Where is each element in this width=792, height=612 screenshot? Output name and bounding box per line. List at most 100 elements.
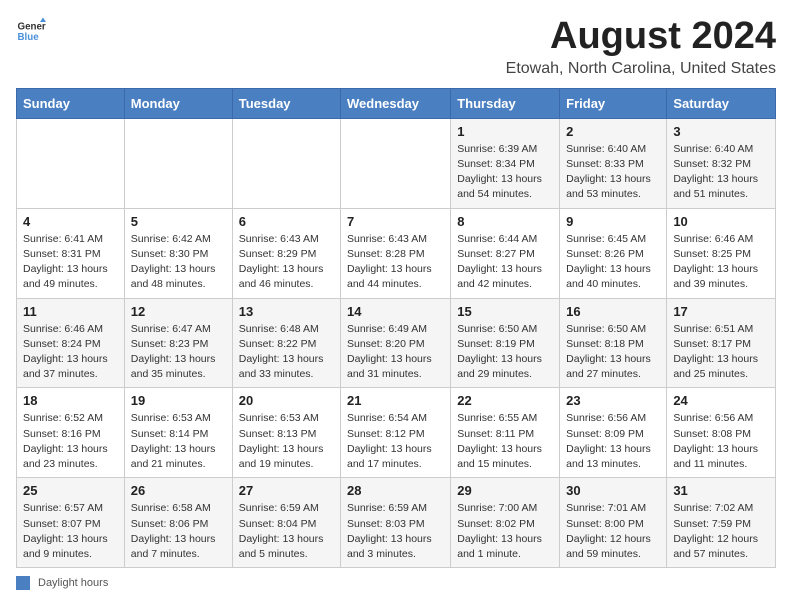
- day-number: 21: [347, 393, 444, 408]
- day-number: 14: [347, 304, 444, 319]
- calendar-cell: 1 Sunrise: 6:39 AM Sunset: 8:34 PM Daylig…: [451, 118, 560, 208]
- day-info: Sunrise: 6:50 AM Sunset: 8:18 PM Dayligh…: [566, 322, 660, 383]
- calendar-cell: 14 Sunrise: 6:49 AM Sunset: 8:20 PM Dayli…: [341, 298, 451, 388]
- day-number: 3: [673, 124, 769, 139]
- day-number: 20: [239, 393, 334, 408]
- day-number: 27: [239, 483, 334, 498]
- weekday-header-cell: Wednesday: [341, 88, 451, 118]
- day-number: 24: [673, 393, 769, 408]
- day-number: 4: [23, 214, 118, 229]
- weekday-header-cell: Tuesday: [232, 88, 340, 118]
- day-number: 11: [23, 304, 118, 319]
- logo-icon: General Blue: [16, 16, 46, 46]
- calendar-table: SundayMondayTuesdayWednesdayThursdayFrid…: [16, 88, 776, 568]
- day-info: Sunrise: 7:02 AM Sunset: 7:59 PM Dayligh…: [673, 501, 769, 562]
- day-number: 8: [457, 214, 553, 229]
- day-info: Sunrise: 6:54 AM Sunset: 8:12 PM Dayligh…: [347, 411, 444, 472]
- day-info: Sunrise: 6:42 AM Sunset: 8:30 PM Dayligh…: [131, 232, 226, 293]
- calendar-cell: 15 Sunrise: 6:50 AM Sunset: 8:19 PM Dayli…: [451, 298, 560, 388]
- month-title: August 2024: [506, 16, 776, 58]
- day-number: 12: [131, 304, 226, 319]
- day-number: 7: [347, 214, 444, 229]
- day-number: 15: [457, 304, 553, 319]
- day-info: Sunrise: 6:43 AM Sunset: 8:28 PM Dayligh…: [347, 232, 444, 293]
- calendar-cell: 18Sunrise: 6:52 AM Sunset: 8:16 PM Dayli…: [17, 388, 125, 478]
- day-number: 26: [131, 483, 226, 498]
- calendar-cell: 24 Sunrise: 6:56 AM Sunset: 8:08 PM Dayli…: [667, 388, 776, 478]
- calendar-cell: 28Sunrise: 6:59 AM Sunset: 8:03 PM Dayli…: [341, 478, 451, 568]
- day-number: 10: [673, 214, 769, 229]
- day-number: 1: [457, 124, 553, 139]
- day-info: Sunrise: 6:56 AM Sunset: 8:08 PM Dayligh…: [673, 411, 769, 472]
- day-info: Sunrise: 6:58 AM Sunset: 8:06 PM Dayligh…: [131, 501, 226, 562]
- svg-text:Blue: Blue: [18, 32, 40, 43]
- calendar-cell: 10 Sunrise: 6:46 AM Sunset: 8:25 PM Dayli…: [667, 208, 776, 298]
- calendar-cell: 3Sunrise: 6:40 AM Sunset: 8:32 PM Daylig…: [667, 118, 776, 208]
- legend-label: Daylight hours: [38, 577, 108, 589]
- day-info: Sunrise: 6:40 AM Sunset: 8:33 PM Dayligh…: [566, 142, 660, 203]
- day-number: 25: [23, 483, 118, 498]
- day-number: 5: [131, 214, 226, 229]
- legend-box: [16, 576, 30, 590]
- day-number: 9: [566, 214, 660, 229]
- calendar-cell: 5 Sunrise: 6:42 AM Sunset: 8:30 PM Daylig…: [124, 208, 232, 298]
- day-info: Sunrise: 6:53 AM Sunset: 8:13 PM Dayligh…: [239, 411, 334, 472]
- weekday-header-cell: Sunday: [17, 88, 125, 118]
- title-area: August 2024 Etowah, North Carolina, Unit…: [506, 16, 776, 78]
- calendar-cell: 30 Sunrise: 7:01 AM Sunset: 8:00 PM Dayli…: [560, 478, 667, 568]
- calendar-cell: 26 Sunrise: 6:58 AM Sunset: 8:06 PM Dayli…: [124, 478, 232, 568]
- calendar-cell: [17, 118, 125, 208]
- header: General Blue August 2024 Etowah, North C…: [16, 16, 776, 78]
- calendar-cell: 29 Sunrise: 7:00 AM Sunset: 8:02 PM Dayli…: [451, 478, 560, 568]
- calendar-cell: [124, 118, 232, 208]
- calendar-cell: 8Sunrise: 6:44 AM Sunset: 8:27 PM Daylig…: [451, 208, 560, 298]
- day-info: Sunrise: 6:43 AM Sunset: 8:29 PM Dayligh…: [239, 232, 334, 293]
- weekday-header-cell: Monday: [124, 88, 232, 118]
- calendar-week-row: 25 Sunrise: 6:57 AM Sunset: 8:07 PM Dayli…: [17, 478, 776, 568]
- day-info: Sunrise: 6:51 AM Sunset: 8:17 PM Dayligh…: [673, 322, 769, 383]
- weekday-header-cell: Friday: [560, 88, 667, 118]
- day-info: Sunrise: 7:01 AM Sunset: 8:00 PM Dayligh…: [566, 501, 660, 562]
- day-number: 6: [239, 214, 334, 229]
- calendar-week-row: 18Sunrise: 6:52 AM Sunset: 8:16 PM Dayli…: [17, 388, 776, 478]
- calendar-cell: 13 Sunrise: 6:48 AM Sunset: 8:22 PM Dayli…: [232, 298, 340, 388]
- calendar-cell: 11 Sunrise: 6:46 AM Sunset: 8:24 PM Dayli…: [17, 298, 125, 388]
- day-info: Sunrise: 6:46 AM Sunset: 8:24 PM Dayligh…: [23, 322, 118, 383]
- calendar-cell: 25 Sunrise: 6:57 AM Sunset: 8:07 PM Dayli…: [17, 478, 125, 568]
- day-number: 31: [673, 483, 769, 498]
- day-info: Sunrise: 6:57 AM Sunset: 8:07 PM Dayligh…: [23, 501, 118, 562]
- day-info: Sunrise: 7:00 AM Sunset: 8:02 PM Dayligh…: [457, 501, 553, 562]
- day-number: 16: [566, 304, 660, 319]
- day-number: 23: [566, 393, 660, 408]
- calendar-week-row: 1 Sunrise: 6:39 AM Sunset: 8:34 PM Daylig…: [17, 118, 776, 208]
- calendar-cell: 7 Sunrise: 6:43 AM Sunset: 8:28 PM Daylig…: [341, 208, 451, 298]
- day-number: 19: [131, 393, 226, 408]
- calendar-cell: 23Sunrise: 6:56 AM Sunset: 8:09 PM Dayli…: [560, 388, 667, 478]
- day-info: Sunrise: 6:53 AM Sunset: 8:14 PM Dayligh…: [131, 411, 226, 472]
- calendar-cell: 20 Sunrise: 6:53 AM Sunset: 8:13 PM Dayli…: [232, 388, 340, 478]
- calendar-week-row: 4Sunrise: 6:41 AM Sunset: 8:31 PM Daylig…: [17, 208, 776, 298]
- weekday-header-row: SundayMondayTuesdayWednesdayThursdayFrid…: [17, 88, 776, 118]
- day-info: Sunrise: 6:48 AM Sunset: 8:22 PM Dayligh…: [239, 322, 334, 383]
- day-info: Sunrise: 6:49 AM Sunset: 8:20 PM Dayligh…: [347, 322, 444, 383]
- location-title: Etowah, North Carolina, United States: [506, 60, 776, 78]
- calendar-cell: 9Sunrise: 6:45 AM Sunset: 8:26 PM Daylig…: [560, 208, 667, 298]
- weekday-header-cell: Saturday: [667, 88, 776, 118]
- day-info: Sunrise: 6:55 AM Sunset: 8:11 PM Dayligh…: [457, 411, 553, 472]
- day-number: 22: [457, 393, 553, 408]
- day-number: 30: [566, 483, 660, 498]
- calendar-cell: [341, 118, 451, 208]
- day-info: Sunrise: 6:50 AM Sunset: 8:19 PM Dayligh…: [457, 322, 553, 383]
- logo: General Blue: [16, 16, 46, 46]
- calendar-cell: 19 Sunrise: 6:53 AM Sunset: 8:14 PM Dayli…: [124, 388, 232, 478]
- svg-text:General: General: [18, 22, 47, 33]
- day-number: 29: [457, 483, 553, 498]
- day-info: Sunrise: 6:59 AM Sunset: 8:03 PM Dayligh…: [347, 501, 444, 562]
- calendar-cell: 31 Sunrise: 7:02 AM Sunset: 7:59 PM Dayli…: [667, 478, 776, 568]
- day-number: 2: [566, 124, 660, 139]
- day-info: Sunrise: 6:47 AM Sunset: 8:23 PM Dayligh…: [131, 322, 226, 383]
- day-info: Sunrise: 6:46 AM Sunset: 8:25 PM Dayligh…: [673, 232, 769, 293]
- day-info: Sunrise: 6:39 AM Sunset: 8:34 PM Dayligh…: [457, 142, 553, 203]
- day-number: 13: [239, 304, 334, 319]
- day-info: Sunrise: 6:52 AM Sunset: 8:16 PM Dayligh…: [23, 411, 118, 472]
